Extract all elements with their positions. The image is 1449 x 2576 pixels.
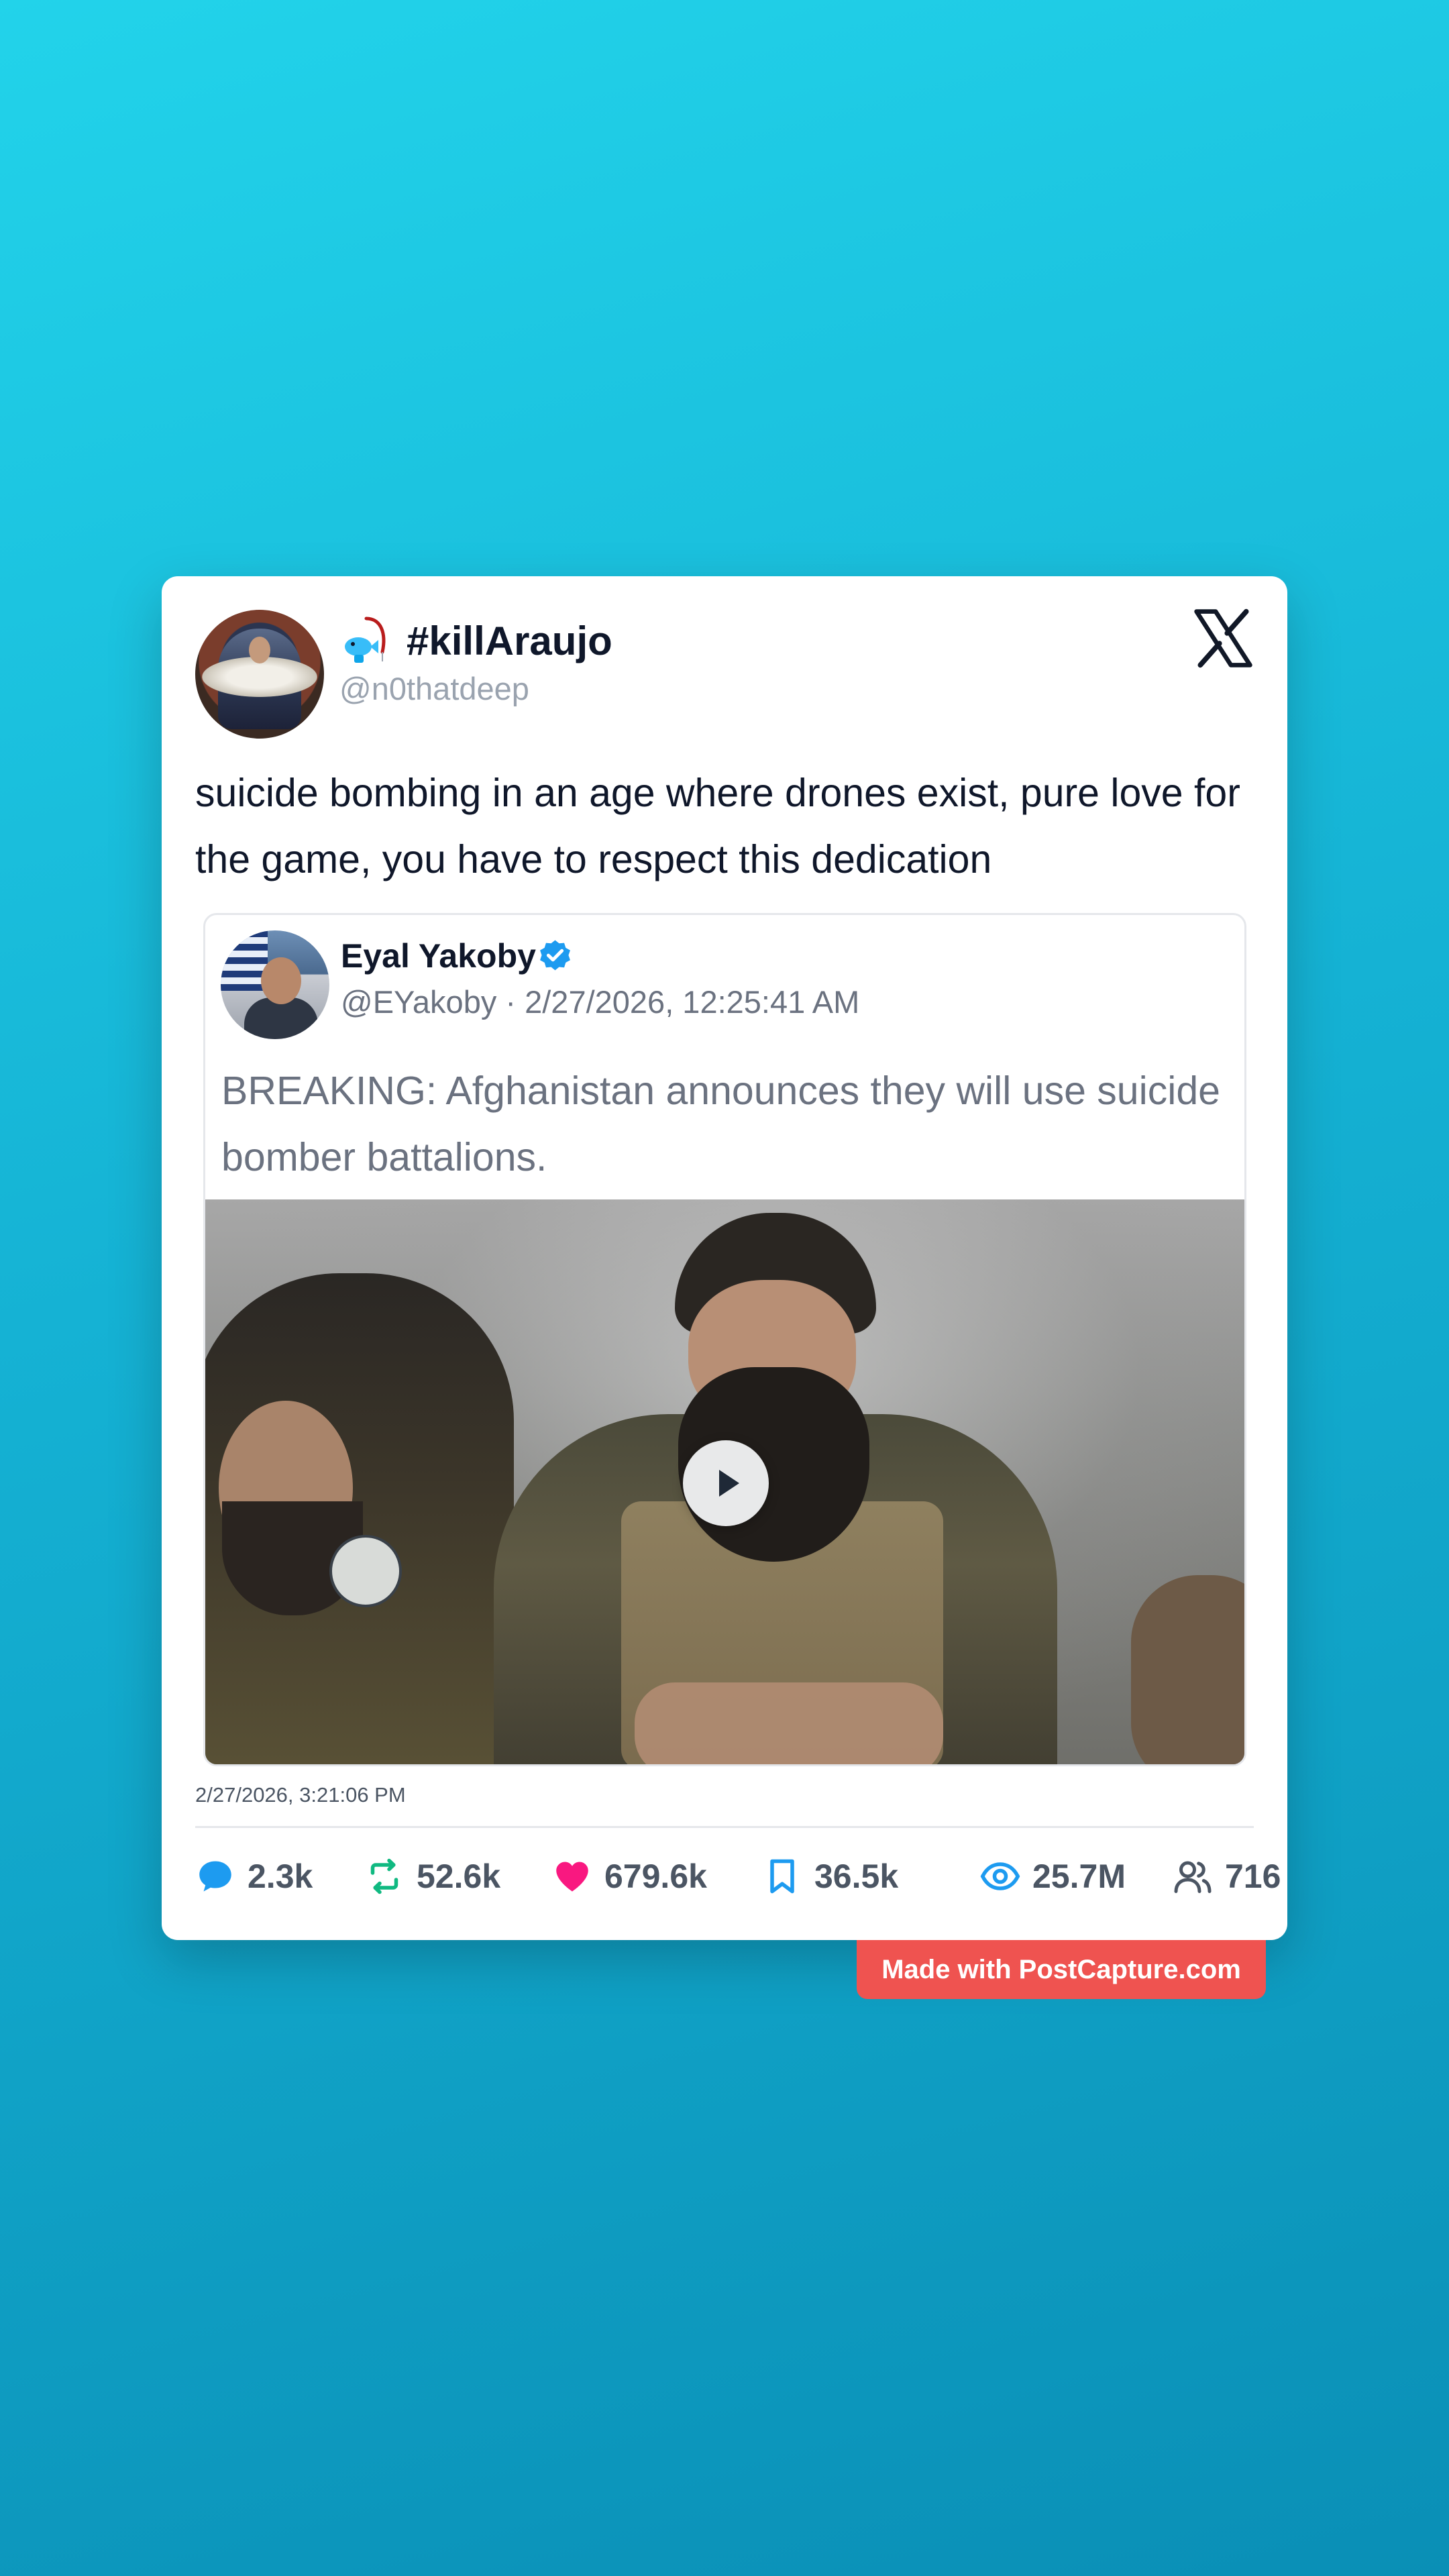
reply-icon xyxy=(199,1861,231,1892)
play-button[interactable] xyxy=(683,1440,769,1526)
quoted-author-name[interactable]: Eyal Yakoby xyxy=(341,935,536,977)
author-handle[interactable]: @n0thatdeep xyxy=(339,669,529,709)
repost-icon xyxy=(370,1858,398,1894)
quoted-video[interactable] xyxy=(205,1199,1244,1764)
quoted-post[interactable]: Eyal Yakoby @EYakoby · 2/27/2026, 12:25:… xyxy=(203,913,1246,1766)
quoted-author-avatar[interactable] xyxy=(221,930,329,1039)
quoted-post-text: BREAKING: Afghanistan announces they wil… xyxy=(221,1069,1220,1179)
eye-icon xyxy=(980,1862,1020,1890)
like-stat[interactable]: 679.6k xyxy=(552,1849,707,1903)
users-stat[interactable]: 716 xyxy=(1173,1849,1281,1903)
play-icon xyxy=(719,1470,739,1497)
repost-count: 52.6k xyxy=(417,1858,501,1895)
views-stat[interactable]: 25.7M xyxy=(980,1849,1126,1903)
author-avatar[interactable] xyxy=(195,610,324,739)
quoted-post-meta: @EYakoby · 2/27/2026, 12:25:41 AM xyxy=(341,984,860,1020)
users-icon xyxy=(1174,1861,1212,1893)
reply-count: 2.3k xyxy=(248,1858,313,1895)
heart-icon xyxy=(556,1862,588,1892)
verified-badge-icon xyxy=(540,940,570,971)
post-card: #killAraujo @n0thatdeep suicide bombing … xyxy=(162,576,1287,1940)
bookmark-icon xyxy=(770,1859,794,1894)
post-timestamp: 2/27/2026, 3:21:06 PM xyxy=(195,1783,406,1807)
author-display-name[interactable]: #killAraujo xyxy=(407,618,612,665)
engagement-stats: 2.3k 52.6k 679.6k 36.5k 25.7M 716 xyxy=(195,1849,1281,1903)
users-count: 716 xyxy=(1225,1858,1281,1895)
reply-stat[interactable]: 2.3k xyxy=(195,1849,313,1903)
repost-stat[interactable]: 52.6k xyxy=(364,1849,500,1903)
x-logo-icon[interactable] xyxy=(1191,606,1255,670)
divider xyxy=(195,1826,1254,1828)
bookmark-count: 36.5k xyxy=(814,1858,899,1895)
post-text: suicide bombing in an age where drones e… xyxy=(195,771,1240,881)
postcapture-watermark[interactable]: Made with PostCapture.com xyxy=(857,1940,1266,1999)
bookmark-stat[interactable]: 36.5k xyxy=(762,1849,898,1903)
views-count: 25.7M xyxy=(1032,1858,1126,1895)
fishing-emoji-icon xyxy=(345,616,386,663)
like-count: 679.6k xyxy=(604,1858,707,1895)
